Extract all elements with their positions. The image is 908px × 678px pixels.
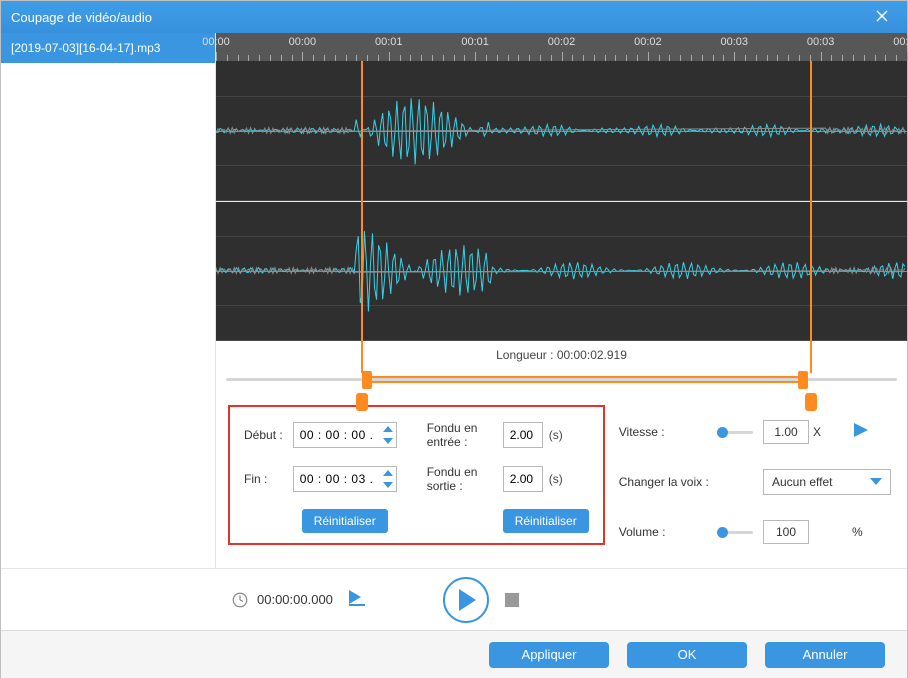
length-row: Longueur : 00:00:02.919 bbox=[216, 341, 907, 369]
waveform-channel-right bbox=[216, 201, 907, 341]
voice-dropdown[interactable]: Aucun effet bbox=[763, 469, 891, 495]
fadeout-input[interactable] bbox=[503, 466, 543, 492]
time-ruler[interactable]: 00:0000:0000:0100:0100:0200:0200:0300:03… bbox=[216, 33, 907, 61]
fadein-label: Fondu en entrée : bbox=[427, 421, 493, 449]
trim-panel: Début : Fondu en entrée : (s) Fin bbox=[228, 405, 605, 545]
start-field[interactable] bbox=[294, 423, 380, 447]
spinner-up-icon[interactable] bbox=[380, 423, 396, 435]
preview-speed-button[interactable] bbox=[852, 421, 891, 442]
window-title: Coupage de vidéo/audio bbox=[11, 10, 867, 25]
apply-button[interactable]: Appliquer bbox=[489, 642, 609, 668]
cancel-button[interactable]: Annuler bbox=[765, 642, 885, 668]
end-label: Fin : bbox=[244, 472, 283, 486]
spinner-up-icon[interactable] bbox=[380, 467, 396, 479]
clock-icon bbox=[231, 591, 249, 609]
speed-label: Vitesse : bbox=[619, 425, 709, 439]
footer: Appliquer OK Annuler bbox=[1, 630, 907, 678]
speed-value: 1.00 bbox=[763, 420, 809, 444]
reset-fade-button[interactable]: Réinitialiser bbox=[503, 509, 589, 533]
end-input[interactable] bbox=[293, 466, 397, 492]
fadein-input[interactable] bbox=[503, 422, 543, 448]
length-label: Longueur : bbox=[496, 348, 553, 362]
volume-label: Volume : bbox=[619, 525, 709, 539]
play-button[interactable] bbox=[443, 577, 489, 623]
spinner-down-icon[interactable] bbox=[380, 435, 396, 447]
fadein-field[interactable] bbox=[504, 423, 542, 447]
playback-bar: 00:00:00.000 bbox=[1, 568, 907, 630]
playback-time-value: 00:00:00.000 bbox=[257, 592, 333, 607]
volume-unit: % bbox=[852, 525, 891, 539]
range-knob-start[interactable] bbox=[362, 371, 372, 389]
range-bar[interactable] bbox=[226, 369, 897, 389]
end-spinner[interactable] bbox=[380, 467, 396, 491]
voice-label: Changer la voix : bbox=[619, 475, 709, 489]
fadeout-label: Fondu en sortie : bbox=[427, 465, 493, 493]
waveform-channel-left bbox=[216, 61, 907, 201]
play-icon bbox=[852, 421, 870, 439]
play-icon bbox=[456, 589, 476, 611]
length-value: 00:00:02.919 bbox=[557, 348, 627, 362]
effects-panel: Vitesse : 1.00 X Changer la voix : Aucun… bbox=[619, 405, 895, 545]
chevron-down-icon bbox=[870, 478, 882, 486]
playback-time: 00:00:00.000 bbox=[231, 591, 333, 609]
range-knob-end[interactable] bbox=[798, 371, 808, 389]
start-spinner[interactable] bbox=[380, 423, 396, 447]
close-icon bbox=[876, 10, 888, 22]
volume-value: 100 bbox=[763, 520, 809, 544]
seconds-unit: (s) bbox=[549, 472, 563, 486]
reset-trim-button[interactable]: Réinitialiser bbox=[302, 509, 388, 533]
start-label: Début : bbox=[244, 428, 283, 442]
start-input[interactable] bbox=[293, 422, 397, 448]
spinner-down-icon[interactable] bbox=[380, 479, 396, 491]
fadeout-field[interactable] bbox=[504, 467, 542, 491]
seconds-unit: (s) bbox=[549, 428, 563, 442]
timeline[interactable]: 00:0000:0000:0100:0100:0200:0200:0300:03… bbox=[216, 33, 907, 341]
speed-slider[interactable] bbox=[719, 424, 753, 440]
speed-unit: X bbox=[813, 425, 821, 439]
volume-slider[interactable] bbox=[719, 524, 753, 540]
file-item[interactable]: [2019-07-03][16-04-17].mp3 bbox=[1, 33, 215, 63]
jump-play-icon bbox=[349, 588, 371, 606]
stop-button[interactable] bbox=[505, 593, 519, 607]
file-sidebar: [2019-07-03][16-04-17].mp3 bbox=[1, 33, 216, 568]
jump-to-start-button[interactable] bbox=[349, 588, 371, 611]
voice-value: Aucun effet bbox=[772, 475, 833, 489]
close-button[interactable] bbox=[867, 10, 897, 25]
waveform-area[interactable] bbox=[216, 61, 907, 341]
titlebar: Coupage de vidéo/audio bbox=[1, 1, 907, 33]
end-field[interactable] bbox=[294, 467, 380, 491]
ok-button[interactable]: OK bbox=[627, 642, 747, 668]
